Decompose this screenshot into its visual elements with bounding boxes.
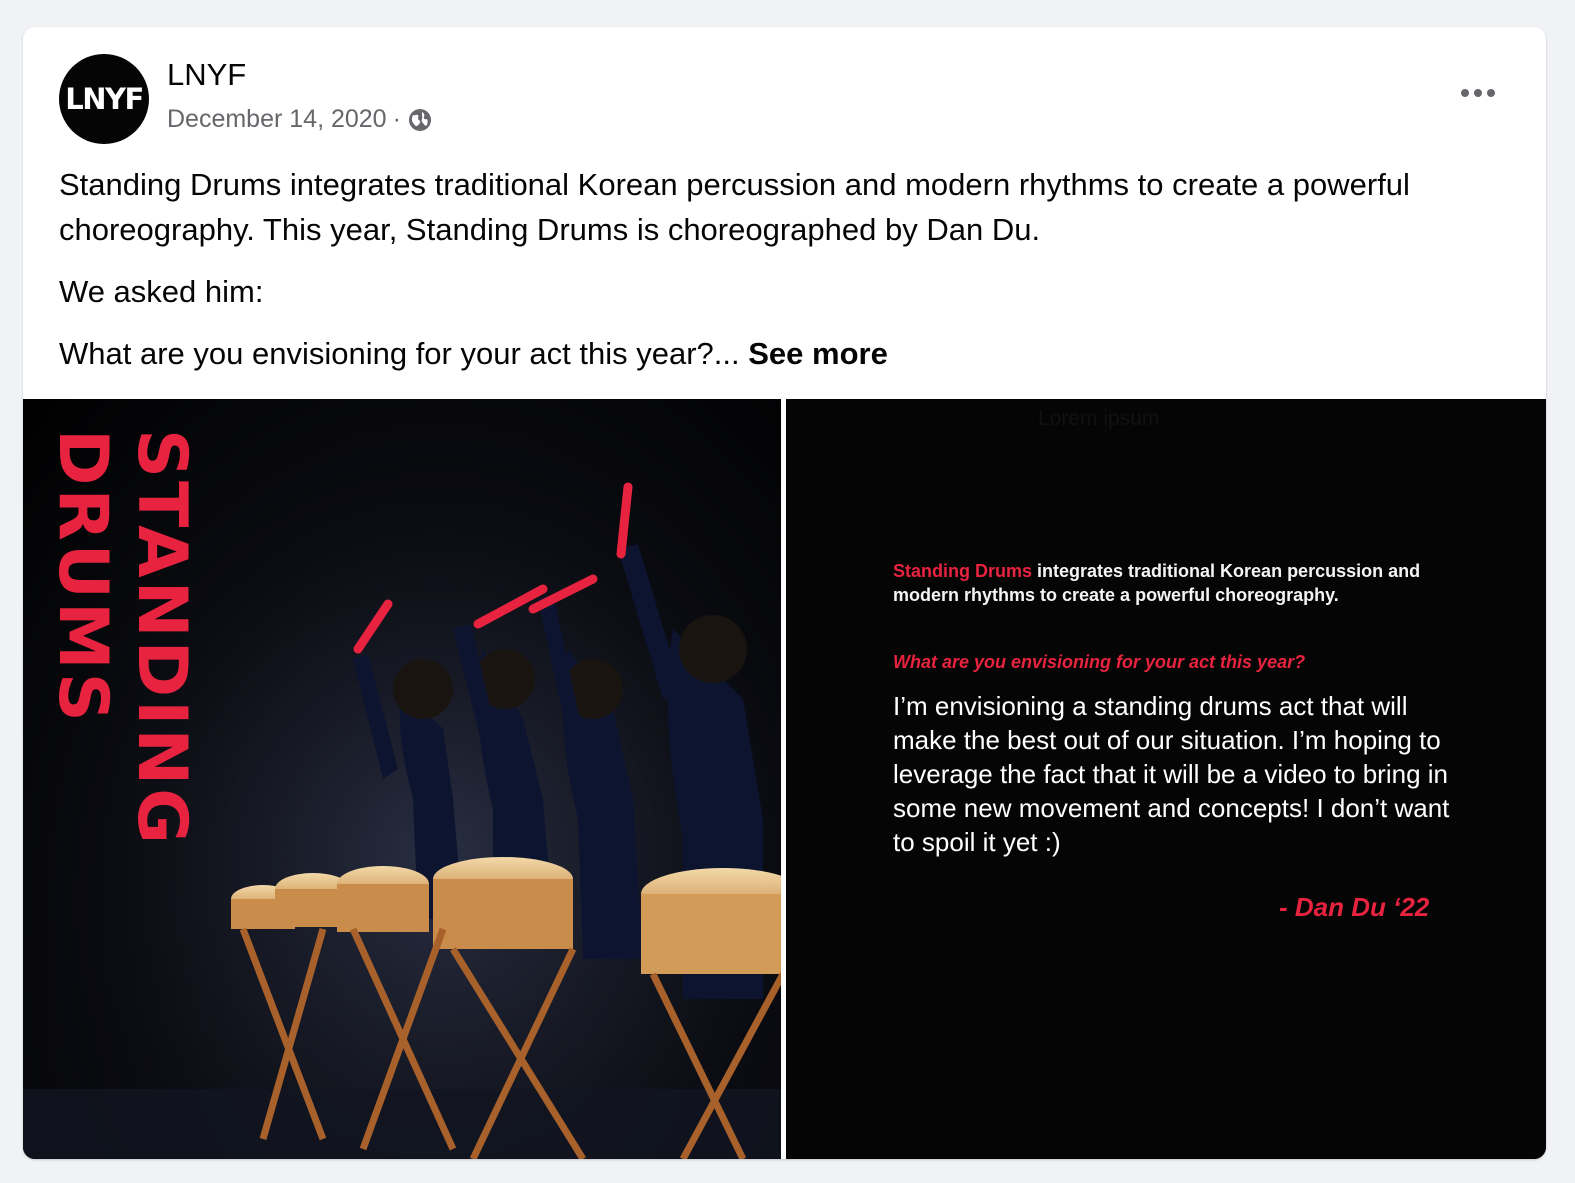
placeholder-text: Lorem ipsum bbox=[1038, 407, 1160, 430]
more-options-icon-dot bbox=[1487, 89, 1495, 97]
meta-separator: · bbox=[392, 105, 401, 133]
post-text: Standing Drums integrates traditional Ko… bbox=[59, 162, 1459, 393]
post-media: STANDING DRUMS Lorem ipsum Standing Drum… bbox=[23, 399, 1546, 1159]
more-options-icon-dot bbox=[1474, 89, 1482, 97]
globe-icon[interactable] bbox=[407, 107, 433, 133]
page-avatar[interactable]: LNYF bbox=[59, 54, 149, 144]
quote-signature: - Dan Du ‘22 bbox=[1279, 892, 1430, 922]
see-more-link[interactable]: See more bbox=[748, 336, 888, 371]
post-paragraph: Standing Drums integrates traditional Ko… bbox=[59, 167, 1410, 247]
more-options-button[interactable] bbox=[1452, 79, 1504, 107]
quote-answer: I’m envisioning a standing drums act tha… bbox=[893, 691, 1450, 857]
post-date[interactable]: December 14, 2020 bbox=[167, 105, 387, 134]
standing-drums-vertical-title: STANDING DRUMS bbox=[43, 429, 201, 848]
quote-image[interactable]: Lorem ipsum Standing Drums integrates tr… bbox=[786, 399, 1546, 1159]
quote-intro: Standing Drums integrates traditional Ko… bbox=[893, 559, 1453, 607]
more-options-icon-dot bbox=[1461, 89, 1469, 97]
drum-performance-photo[interactable]: STANDING DRUMS bbox=[23, 399, 781, 1159]
page-name-link[interactable]: LNYF bbox=[167, 57, 246, 93]
quote-question: What are you envisioning for your act th… bbox=[893, 652, 1306, 672]
intro-highlight: Standing Drums bbox=[893, 561, 1033, 581]
post-teaser: What are you envisioning for your act th… bbox=[59, 331, 1459, 376]
post-paragraph: We asked him: bbox=[59, 274, 264, 309]
teaser-text: What are you envisioning for your act th… bbox=[59, 336, 740, 371]
post-card: LNYF LNYF December 14, 2020 · Standing D… bbox=[23, 27, 1546, 1159]
post-meta: December 14, 2020 · bbox=[167, 105, 433, 134]
